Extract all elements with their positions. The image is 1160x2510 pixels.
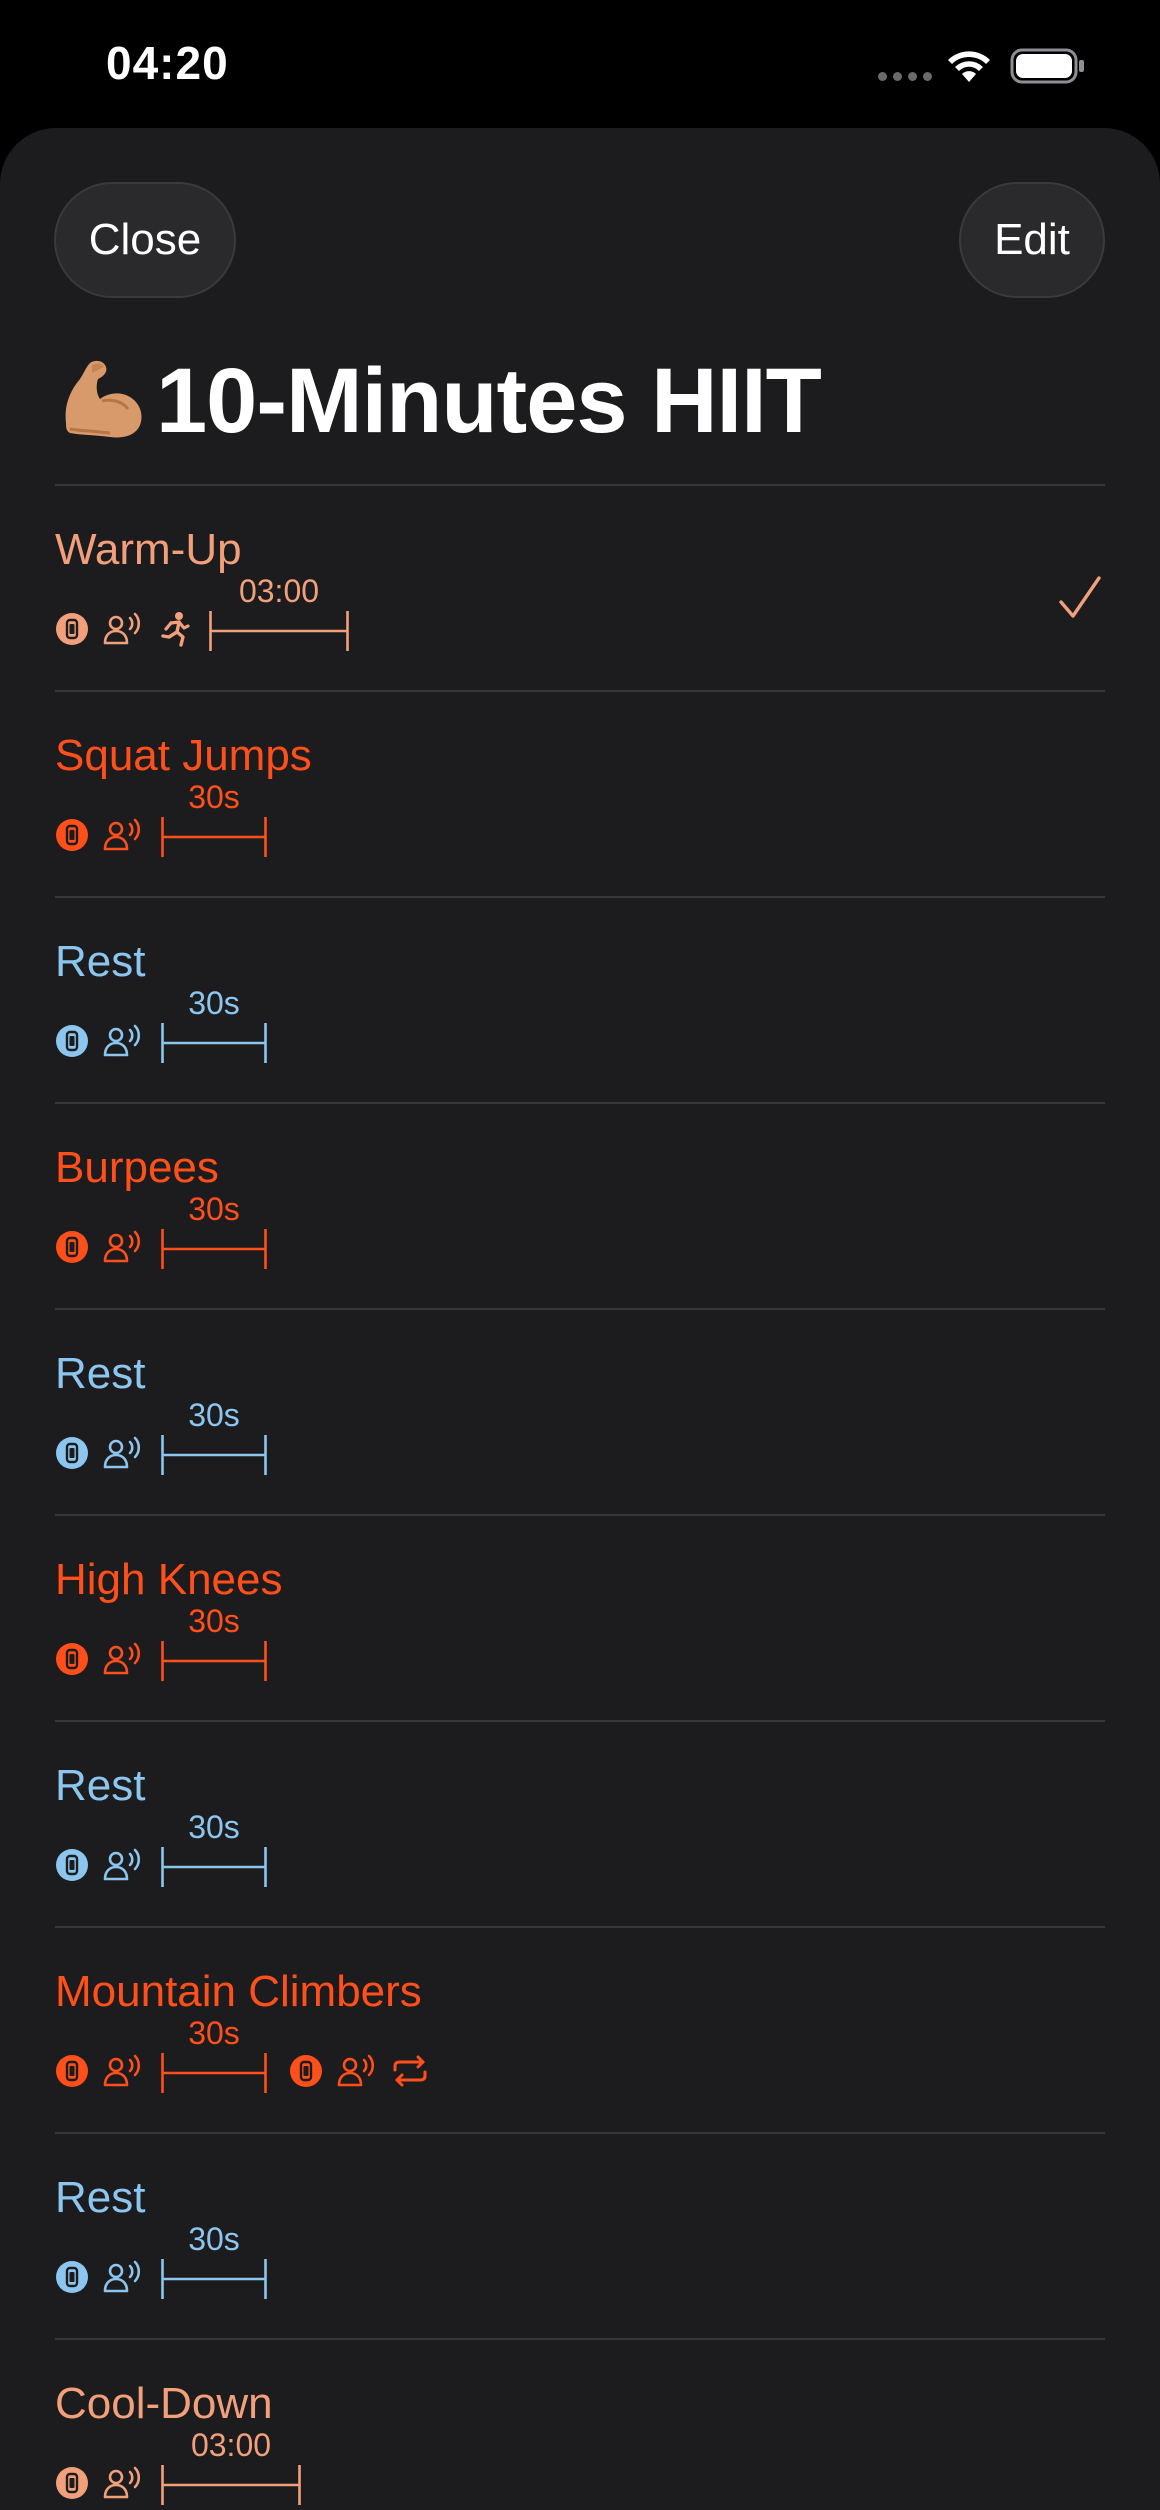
voice-cue-icon [103,2466,141,2499]
wifi-icon [948,51,990,82]
watch-badge-icon [290,2055,322,2087]
watch-badge-icon [56,1437,88,1469]
interval-name: Cool-Down [55,2379,273,2428]
running-figure-icon [161,612,190,647]
interval-name: Squat Jumps [55,731,312,780]
voice-cue-icon [337,2054,375,2087]
voice-cue-icon [103,1642,141,1675]
interval-row-mountain-climbers[interactable]: Mountain Climbers 30s [55,1928,1105,2134]
watch-badge-icon [56,2261,88,2293]
duration-indicator: 03:00 [209,573,349,655]
duration-indicator: 03:00 [161,2427,301,2509]
duration-indicator: 30s [161,2015,267,2097]
watch-badge-icon [56,1643,88,1675]
duration-bracket-icon [161,2259,267,2299]
interval-row-rest[interactable]: Rest 30s [55,2134,1105,2340]
duration-bracket-icon [161,2053,267,2093]
duration-bracket-icon [161,2465,301,2505]
interval-name: Rest [55,1349,146,1398]
status-bar: 04:20 [0,0,1160,128]
interval-name: Rest [55,1761,146,1810]
interval-cues: 03:00 [55,573,371,655]
voice-cue-icon [103,818,141,851]
interval-cues: 03:00 [55,2427,323,2509]
cellular-signal-icon [878,72,934,81]
watch-badge-icon [56,2055,88,2087]
watch-badge-icon [56,819,88,851]
workout-title: 10-Minutes HIIT [156,349,822,452]
interval-cues: 30s [55,1397,289,1479]
watch-badge-icon [56,2467,88,2499]
checkmark-icon [1059,576,1101,618]
interval-name: Burpees [55,1143,219,1192]
interval-name: Mountain Climbers [55,1967,422,2016]
flexed-biceps-icon [65,360,142,438]
battery-icon [1010,48,1084,84]
interval-name: Rest [55,2173,146,2222]
interval-cues: 30s [55,1191,289,1273]
duration-indicator: 30s [161,2221,267,2303]
interval-row-rest[interactable]: Rest 30s [55,1722,1105,1928]
interval-cues: 30s [55,985,289,1067]
voice-cue-icon [103,1024,141,1057]
interval-row-high-knees[interactable]: High Knees 30s [55,1516,1105,1722]
watch-badge-icon [56,1849,88,1881]
watch-badge-icon [56,1025,88,1057]
duration-indicator: 30s [161,1809,267,1891]
interval-row-burpees[interactable]: Burpees 30s [55,1104,1105,1310]
repeat-icon [393,2055,427,2087]
close-button[interactable]: Close [54,182,236,298]
interval-row-rest[interactable]: Rest 30s [55,898,1105,1104]
interval-cues: 30s [55,779,289,861]
duration-bracket-icon [161,817,267,857]
workout-sheet: Close Edit 10-Minutes HIIT Warm-Up 03:00 S… [0,128,1160,2510]
duration-indicator: 30s [161,1191,267,1273]
duration-bracket-icon [161,1847,267,1887]
interval-cues: 30s [55,1809,289,1891]
interval-name: Rest [55,937,146,986]
duration-bracket-icon [161,1229,267,1269]
duration-bracket-icon [161,1641,267,1681]
duration-bracket-icon [161,1435,267,1475]
interval-name: High Knees [55,1555,283,1604]
watch-badge-icon [56,613,88,645]
interval-row-squat-jumps[interactable]: Squat Jumps 30s [55,692,1105,898]
interval-cues: 30s [55,2221,289,2303]
workout-title-row: 10-Minutes HIIT [56,346,822,456]
interval-row-rest[interactable]: Rest 30s [55,1310,1105,1516]
duration-indicator: 30s [161,1397,267,1479]
voice-cue-icon [103,2054,141,2087]
voice-cue-icon [103,1436,141,1469]
voice-cue-icon [103,2260,141,2293]
voice-cue-icon [103,1848,141,1881]
duration-indicator: 30s [161,779,267,861]
duration-bracket-icon [161,1023,267,1063]
edit-button[interactable]: Edit [959,182,1105,298]
status-time: 04:20 [106,37,229,89]
interval-list: Warm-Up 03:00 Squat Jumps 30s Rest 30s Burpees… [55,484,1105,2510]
voice-cue-icon [103,1230,141,1263]
duration-bracket-icon [209,611,349,651]
interval-name: Warm-Up [55,525,242,574]
interval-row-warm-up[interactable]: Warm-Up 03:00 [55,486,1105,692]
interval-row-cool-down[interactable]: Cool-Down 03:00 [55,2340,1105,2510]
duration-indicator: 30s [161,985,267,1067]
interval-cues: 30s [55,1603,289,1685]
voice-cue-icon [103,612,141,645]
watch-badge-icon [56,1231,88,1263]
interval-cues: 30s [55,2015,443,2097]
duration-indicator: 30s [161,1603,267,1685]
